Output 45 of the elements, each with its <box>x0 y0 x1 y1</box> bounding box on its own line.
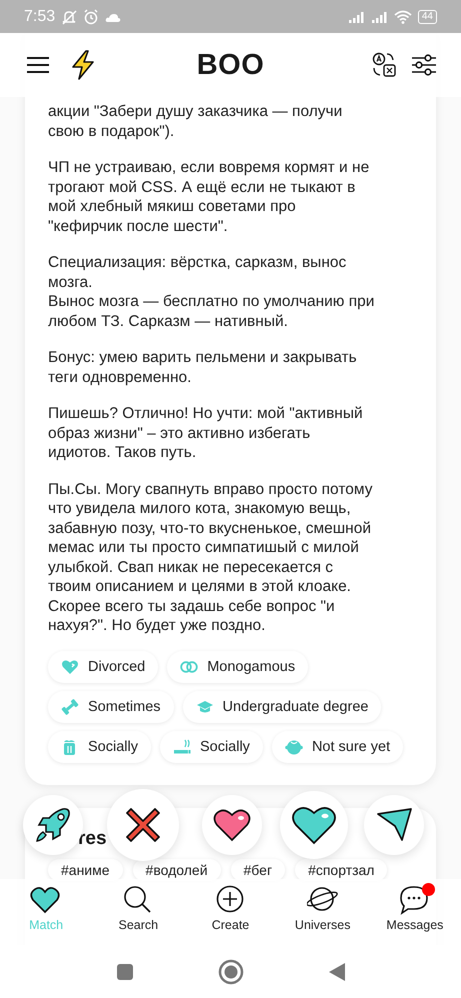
alarm-icon <box>83 8 100 24</box>
bio-paragraph: Пишешь? Отлично! Но учти: мой "активный образ жизни" – это активно избегать идиотов. Таков путь. <box>48 404 364 462</box>
bio-paragraph: ЧП не устраиваю, если вовремя кормят и не трогают мой CSS. А ещё если не тыкают в мой хлебный мякиш советами про "кефирчик после шести". <box>48 158 370 236</box>
profile-tag: Undergraduate degree <box>182 690 382 722</box>
translate-icon[interactable] <box>371 52 397 78</box>
profile-tag: Sometimes <box>48 690 174 722</box>
dumbbell-icon <box>61 698 79 716</box>
bio-paragraph: акции "Забери душу заказчика — получи свою в подарок"). <box>48 102 344 141</box>
section-title: res <box>78 828 108 850</box>
nav-tab[interactable]: Universes <box>276 879 369 945</box>
wifi-icon <box>394 10 412 24</box>
bio-paragraph: Бонус: умею варить пельмени и закрывать теги одновременно. <box>48 348 358 387</box>
chat-bubble-icon <box>398 885 431 915</box>
status-time: 7:53 <box>24 8 56 26</box>
bio-paragraph: Специализация: вёрстка, сарказм, вынос мозга. Вынос мозга — бесплатно по умолчанию при любом ТЗ. Сарказм — нативный. <box>48 253 376 331</box>
hashtag-chip: #водолей <box>132 858 221 880</box>
rocket-icon <box>33 805 73 845</box>
nav-tab[interactable]: Messages <box>368 879 461 945</box>
profile-tag: Socially <box>160 730 263 762</box>
profile-tag: Monogamous <box>167 650 308 682</box>
signal-icon <box>370 10 388 24</box>
cigarette-icon <box>172 738 191 756</box>
mute-icon <box>61 8 78 24</box>
hashtag-chip: #аниме <box>48 858 123 880</box>
heart-icon <box>61 658 79 676</box>
signal-icon <box>348 10 365 24</box>
filter-sliders-icon[interactable] <box>411 53 437 77</box>
hashtag-chip: #бег <box>230 858 286 880</box>
profile-tag: Socially <box>48 730 151 762</box>
recents-icon[interactable] <box>116 962 134 980</box>
nav-tab[interactable]: Create <box>184 879 277 945</box>
back-icon[interactable] <box>328 962 346 982</box>
heart-icon <box>30 885 62 915</box>
app-logo: BOO <box>196 48 266 82</box>
profile-tag: Divorced <box>48 650 158 682</box>
hashtag-chip: #спортзал <box>295 858 388 880</box>
menu-icon[interactable] <box>26 56 50 74</box>
bio-paragraph: Пы.Сы. Могу свапнуть вправо просто потому что увидела милого кота, знакомую вещь, забавную позу, что-то вкусненькое, смешной мемас или ты просто симпатишый с милой улыбкой. Свап никак не пересекается с твоим описанием и целями в этой клоаке. Скорее всего ты задашь себе вопрос "и нахуя?". Но будет уже поздно. <box>48 480 374 636</box>
nav-tab[interactable]: Search <box>92 879 184 945</box>
lightning-icon[interactable] <box>70 50 96 80</box>
plus-icon <box>214 885 246 915</box>
profile-tag: Not sure yet <box>272 730 404 762</box>
home-icon[interactable] <box>218 958 244 984</box>
battery-level: 44 <box>418 10 437 24</box>
baby-face-icon <box>284 738 303 756</box>
